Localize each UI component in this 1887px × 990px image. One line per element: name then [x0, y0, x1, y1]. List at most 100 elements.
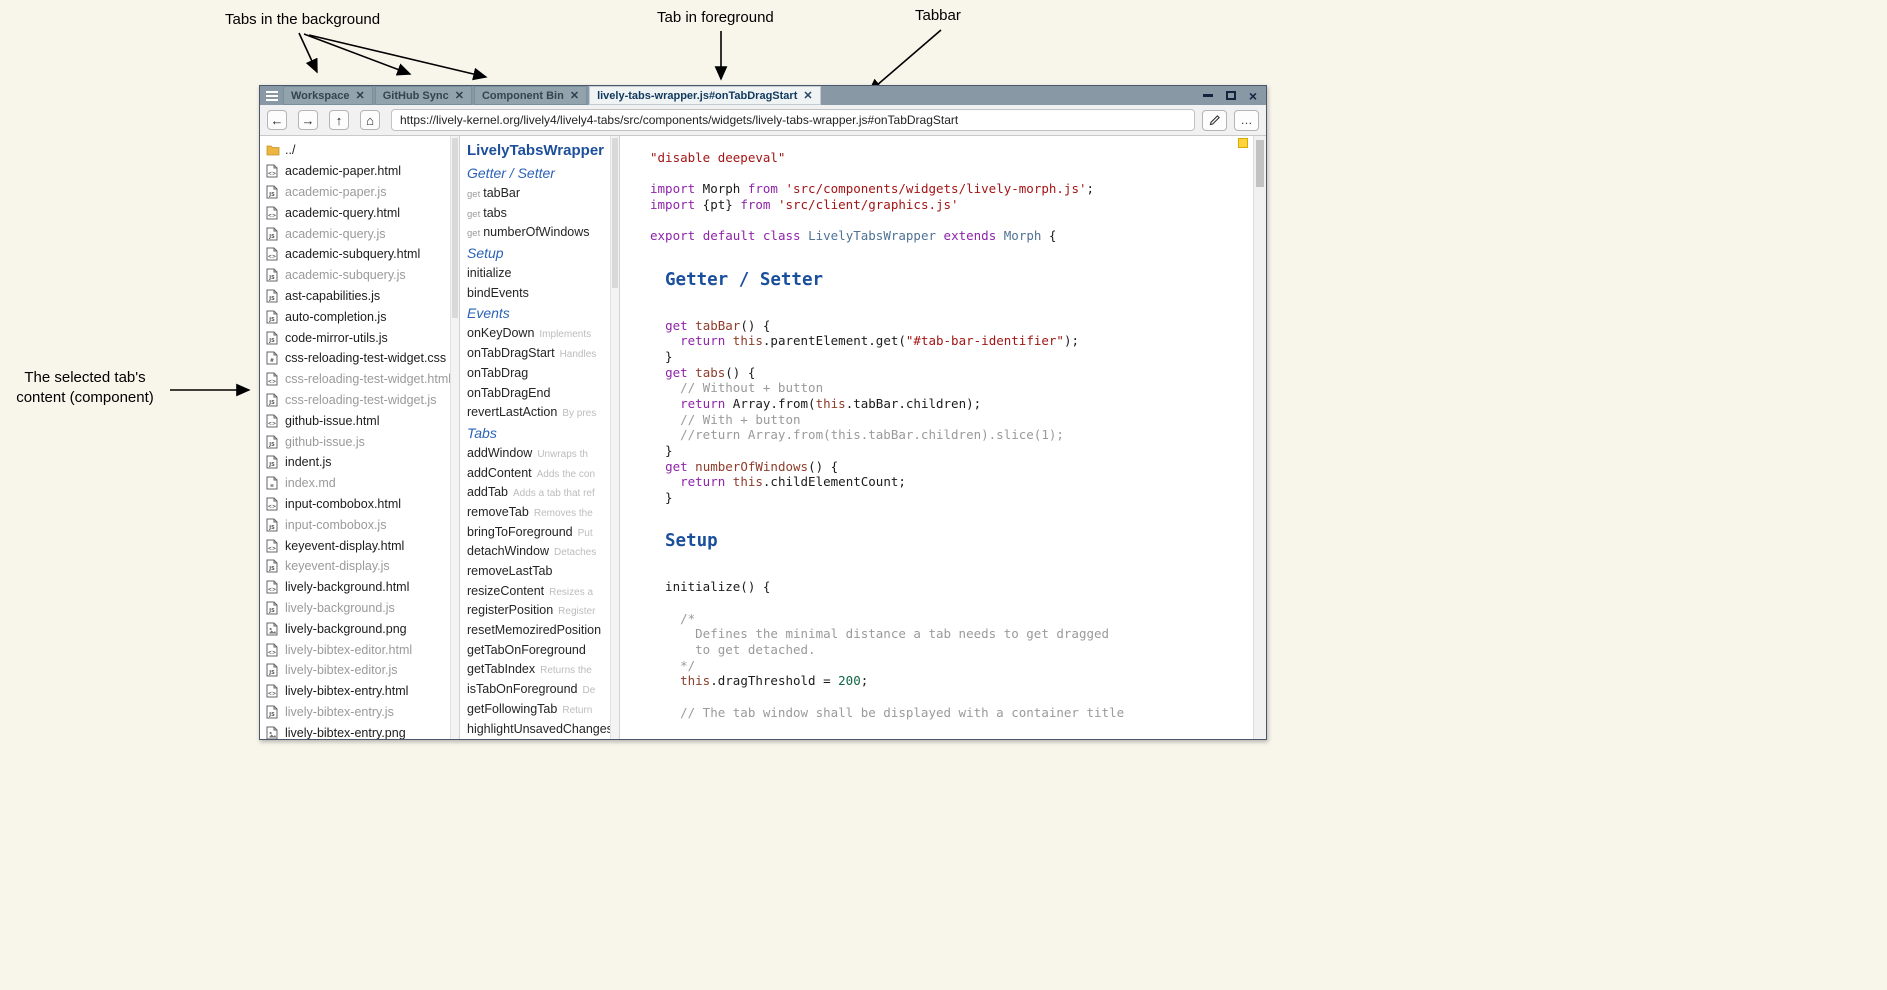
file-item[interactable]: JSacademic-query.js [266, 223, 450, 244]
file-item[interactable]: JSauto-completion.js [266, 306, 450, 327]
outline-method[interactable]: onTabDrag [467, 364, 610, 384]
outline-category: Setup [467, 243, 610, 264]
file-item[interactable]: <>academic-query.html [266, 202, 450, 223]
outline-method[interactable]: initialize [467, 264, 610, 284]
outline-method[interactable]: onTabDragStartHandles [467, 344, 610, 364]
svg-text:#: # [270, 359, 274, 365]
up-button[interactable]: ↑ [329, 110, 349, 130]
html-file-icon: <> [266, 539, 280, 553]
tab-background-1[interactable]: GitHub Sync✕ [375, 86, 472, 105]
tab-background-0[interactable]: Workspace✕ [283, 86, 373, 105]
outline-method[interactable]: addContentAdds the con [467, 464, 610, 484]
file-item[interactable]: JSlively-bibtex-editor.js [266, 660, 450, 681]
outline-method[interactable]: resetMemoziredPosition [467, 621, 610, 641]
method-name: revertLastAction [467, 405, 557, 419]
file-item[interactable]: JSlively-background.js [266, 598, 450, 619]
outline-method[interactable]: isTabOnForegroundDe [467, 680, 610, 700]
code-editor-panel[interactable]: "disable deepeval" import Morph from 'sr… [620, 136, 1266, 739]
outline-method[interactable]: removeTabRemoves the [467, 503, 610, 523]
html-file-icon: <> [266, 414, 280, 428]
outline-method[interactable]: addWindowUnwraps th [467, 444, 610, 464]
file-item[interactable]: <>lively-background.html [266, 577, 450, 598]
outline-scrollbar[interactable] [610, 136, 619, 739]
outline-method[interactable]: getFollowingTabReturn [467, 700, 610, 720]
file-item[interactable]: ../ [266, 140, 450, 161]
outline-method[interactable]: gettabs [467, 204, 610, 224]
outline-method[interactable]: resizeContentResizes a [467, 582, 610, 602]
outline-method[interactable]: detachWindowDetaches [467, 542, 610, 562]
file-list-scrollbar[interactable] [450, 136, 459, 739]
outline-method[interactable]: getTabIndexReturns the [467, 660, 610, 680]
more-button[interactable]: … [1234, 110, 1259, 131]
file-item[interactable]: <>github-issue.html [266, 410, 450, 431]
file-item[interactable]: JSlively-bibtex-entry.js [266, 702, 450, 723]
file-item[interactable]: ≡index.md [266, 473, 450, 494]
tab-background-2[interactable]: Component Bin✕ [474, 86, 587, 105]
lively-window: Workspace✕GitHub Sync✕Component Bin✕live… [259, 85, 1267, 740]
tab-foreground[interactable]: lively-tabs-wrapper.js#onTabDragStart✕ [589, 86, 821, 105]
file-item[interactable]: <>input-combobox.html [266, 494, 450, 515]
maximize-icon[interactable] [1226, 91, 1236, 100]
file-item[interactable]: JSinput-combobox.js [266, 514, 450, 535]
tab-close-icon[interactable]: ✕ [455, 89, 464, 102]
file-item[interactable]: <>academic-subquery.html [266, 244, 450, 265]
file-name: lively-bibtex-editor.html [285, 643, 412, 657]
svg-text:JS: JS [268, 275, 275, 281]
outline-method[interactable]: onTabDragEnd [467, 384, 610, 404]
file-item[interactable]: lively-bibtex-entry.png [266, 722, 450, 739]
outline-method[interactable]: highlightUnsavedChanges [467, 720, 610, 740]
file-item[interactable]: JSindent.js [266, 452, 450, 473]
file-item[interactable]: <>keyevent-display.html [266, 535, 450, 556]
js-file-icon: JS [266, 310, 280, 324]
file-item[interactable]: <>lively-bibtex-editor.html [266, 639, 450, 660]
window-close-icon[interactable]: × [1249, 89, 1257, 103]
code-scrollbar[interactable] [1253, 136, 1266, 739]
outline-method[interactable]: bindEvents [467, 284, 610, 304]
outline-method[interactable]: registerPositionRegister [467, 601, 610, 621]
outline-method[interactable]: onKeyDownImplements [467, 324, 610, 344]
file-item[interactable]: JSgithub-issue.js [266, 431, 450, 452]
method-doc: De [582, 685, 595, 696]
outline-method[interactable]: gettabBar [467, 184, 610, 204]
outline-method[interactable]: bringToForegroundPut [467, 523, 610, 543]
outline-method[interactable]: getTabOnForeground [467, 641, 610, 661]
file-name: css-reloading-test-widget.css [285, 351, 446, 365]
annotation-arrow [299, 33, 317, 72]
minimize-icon[interactable] [1203, 94, 1213, 97]
code-line [650, 563, 1266, 579]
file-item[interactable]: <>lively-bibtex-entry.html [266, 681, 450, 702]
method-doc: Return [562, 705, 592, 716]
file-name: academic-query.html [285, 206, 400, 220]
file-item[interactable]: <>academic-paper.html [266, 161, 450, 182]
outline-method[interactable]: revertLastActionBy pres [467, 403, 610, 423]
scrollbar-thumb[interactable] [452, 138, 458, 318]
edit-button[interactable] [1202, 110, 1227, 131]
menu-icon[interactable] [260, 86, 282, 105]
scrollbar-thumb[interactable] [1256, 140, 1264, 187]
tab-close-icon[interactable]: ✕ [803, 89, 812, 102]
tab-close-icon[interactable]: ✕ [570, 89, 579, 102]
file-item[interactable]: JScss-reloading-test-widget.js [266, 390, 450, 411]
file-item[interactable]: JScode-mirror-utils.js [266, 327, 450, 348]
outline-method[interactable]: addTabAdds a tab that ref [467, 483, 610, 503]
file-name: css-reloading-test-widget.js [285, 393, 436, 407]
code-line: return this.childElementCount; [650, 474, 1266, 490]
html-file-icon: <> [266, 164, 280, 178]
outline-method[interactable]: getnumberOfWindows [467, 223, 610, 243]
file-item[interactable]: JSacademic-paper.js [266, 182, 450, 203]
forward-button[interactable]: → [298, 110, 318, 130]
file-item[interactable]: lively-background.png [266, 618, 450, 639]
url-input[interactable] [391, 109, 1195, 131]
file-item[interactable]: JSast-capabilities.js [266, 286, 450, 307]
back-button[interactable]: ← [267, 110, 287, 130]
outline-method[interactable]: removeLastTab [467, 562, 610, 582]
file-item[interactable]: <>css-reloading-test-widget.html [266, 369, 450, 390]
file-item[interactable]: JSacademic-subquery.js [266, 265, 450, 286]
file-item[interactable]: JSkeyevent-display.js [266, 556, 450, 577]
file-name: index.md [285, 476, 336, 490]
home-button[interactable]: ⌂ [360, 110, 380, 130]
file-item[interactable]: # css-reloading-test-widget.css [266, 348, 450, 369]
outline-list: Getter / SettergettabBargettabsgetnumber… [467, 163, 610, 739]
scrollbar-thumb[interactable] [612, 138, 618, 288]
tab-close-icon[interactable]: ✕ [356, 89, 365, 102]
